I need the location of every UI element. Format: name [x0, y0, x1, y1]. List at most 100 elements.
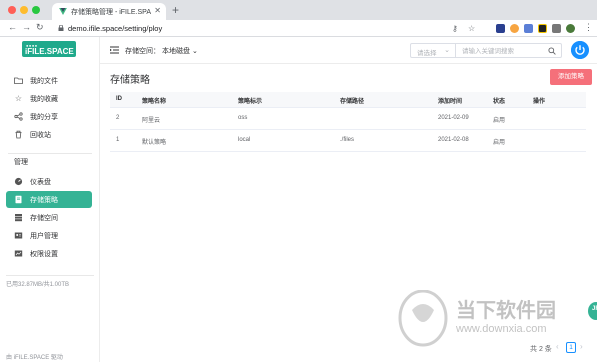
section-label-admin: 管理 [14, 159, 28, 166]
bookmark-star-icon[interactable]: ☆ [468, 24, 475, 33]
user-icon [14, 232, 23, 239]
reload-icon[interactable]: ↻ [36, 22, 44, 33]
table-row[interactable]: 2 阿里云 oss 2021-02-09 启用 [110, 108, 586, 130]
cell-id: 1 [116, 137, 120, 143]
powered-by-text: 由 iFILE.SPACE 驱动 [6, 355, 63, 361]
sidebar-item-label: 仪表盘 [30, 179, 51, 186]
sidebar-item-label: 我的文件 [30, 78, 58, 85]
cell-time: 2021-02-09 [438, 115, 469, 121]
cell-status: 启用 [493, 118, 506, 124]
sidebar-item-users[interactable]: 用户管理 [6, 227, 92, 244]
sidebar-item-shares[interactable]: 我的分享 [6, 108, 92, 125]
sidebar-item-favorites[interactable]: ☆ 我的收藏 [6, 90, 92, 107]
browser-toolbar: ← → ↻ demo.ifile.space/setting/ploy ⚷ ☆ … [0, 20, 597, 37]
sidebar-item-storage-space[interactable]: 存储空间 [6, 209, 92, 226]
dashboard-icon [14, 177, 23, 186]
sidebar-item-label: 回收站 [30, 132, 51, 139]
search-filter-select[interactable]: 请选择 ⌄ [410, 43, 456, 58]
browser-menu-icon[interactable]: ⋮ [584, 22, 593, 33]
column-header[interactable]: 存储路径 [340, 96, 364, 105]
filter-placeholder: 请选择 [417, 50, 437, 57]
sidebar-item-label: 我的收藏 [30, 96, 58, 103]
cell-time: 2021-02-08 [438, 137, 469, 143]
profile-avatar[interactable] [566, 24, 575, 33]
storage-space-icon [15, 214, 22, 222]
extension-icon[interactable] [510, 24, 519, 33]
address-bar[interactable]: demo.ifile.space/setting/ploy ⚷ ☆ [52, 22, 492, 35]
divider [8, 153, 92, 154]
sidebar-item-permissions[interactable]: 权限设置 [6, 245, 92, 262]
tab-close-icon[interactable]: ✕ [154, 6, 161, 15]
logo[interactable]: ●●●● iFILE.SPACE [22, 41, 76, 57]
extensions-puzzle-icon[interactable] [552, 24, 561, 33]
divider [6, 275, 94, 276]
sidebar-item-label: 存储策略 [30, 197, 58, 204]
storage-space-value: 本地磁盘 [162, 48, 190, 55]
storage-space-select[interactable]: 本地磁盘 ⌄ [162, 46, 198, 56]
browser-tab-bar: 存储策略管理 - iFILE.SPACE 个人 ✕ + [0, 0, 597, 20]
maximize-window-button[interactable] [32, 6, 40, 14]
storage-usage-text: 已用32.87MB/共1.00TB [6, 282, 70, 288]
table-row[interactable]: 1 默认策略 local ./files 2021-02-08 启用 [110, 130, 586, 152]
storage-policy-icon [15, 195, 22, 204]
storage-space-label: 存储空间： [125, 48, 160, 55]
column-header[interactable]: ID [116, 96, 122, 102]
back-icon[interactable]: ← [8, 22, 17, 32]
cell-id: 2 [116, 115, 120, 121]
sidebar-item-dashboard[interactable]: 仪表盘 [6, 173, 92, 190]
new-tab-button[interactable]: + [172, 3, 179, 17]
share-icon [14, 112, 23, 121]
extension-icon[interactable] [524, 24, 533, 33]
float-icon: JR [592, 306, 597, 312]
column-header[interactable]: 操作 [533, 96, 545, 105]
cell-name: 阿里云 [142, 118, 161, 124]
vue-favicon-icon [59, 8, 67, 15]
search-icon[interactable] [548, 47, 556, 55]
sidebar-item-label: 我的分享 [30, 114, 58, 121]
logo-text: iFILE.SPACE [25, 47, 74, 56]
page-title: 存储策略 [110, 75, 150, 86]
minimize-window-button[interactable] [20, 6, 28, 14]
folder-icon [14, 77, 23, 84]
browser-tab[interactable]: 存储策略管理 - iFILE.SPACE 个人 ✕ [52, 3, 166, 20]
sidebar: ●●●● iFILE.SPACE 我的文件 ☆ 我的收藏 我的分享 回收站 管理… [0, 37, 100, 362]
column-header[interactable]: 添加时间 [438, 96, 462, 105]
column-header[interactable]: 策略名称 [142, 96, 166, 105]
url-text: demo.ifile.space/setting/ploy [68, 24, 163, 33]
lock-icon [58, 25, 64, 31]
cell-name: 默认策略 [142, 140, 167, 146]
sidebar-item-label: 权限设置 [30, 251, 58, 258]
key-icon[interactable]: ⚷ [452, 24, 458, 33]
column-header[interactable]: 状态 [493, 96, 505, 105]
forward-icon[interactable]: → [22, 22, 31, 32]
extension-icon[interactable] [538, 24, 547, 33]
watermark-url: www.downxia.com [456, 323, 547, 335]
sidebar-item-storage-policy[interactable]: 存储策略 [6, 191, 92, 208]
cell-status: 启用 [493, 140, 506, 146]
table-header: ID 策略名称 策略标示 存储路径 添加时间 状态 操作 [110, 92, 586, 108]
add-policy-button[interactable]: 添加策略 [550, 69, 592, 85]
cell-tag: local [238, 137, 251, 143]
sidebar-item-label: 存储空间 [30, 215, 58, 222]
extension-icon[interactable] [496, 24, 505, 33]
sidebar-item-label: 用户管理 [30, 233, 58, 240]
permission-icon [14, 250, 23, 257]
sidebar-item-my-files[interactable]: 我的文件 [6, 72, 92, 89]
floating-action-button[interactable]: JR [588, 302, 597, 320]
logout-power-icon[interactable] [571, 41, 589, 59]
cell-tag: oss [238, 115, 248, 121]
star-icon: ☆ [14, 94, 23, 103]
chevron-down-icon: ⌄ [191, 48, 198, 55]
menu-toggle-icon[interactable] [110, 46, 119, 54]
close-window-button[interactable] [8, 6, 16, 14]
search-box [456, 43, 562, 58]
cell-path: ./files [340, 137, 355, 143]
app-header: 存储空间： 本地磁盘 ⌄ 请选择 ⌄ [100, 37, 597, 64]
column-header[interactable]: 策略标示 [238, 96, 262, 105]
sidebar-item-trash[interactable]: 回收站 [6, 126, 92, 143]
search-input[interactable] [462, 46, 542, 56]
watermark-logo-icon [398, 290, 448, 347]
watermark: 当下软件园 www.downxia.com [398, 290, 588, 350]
watermark-brand: 当下软件园 [456, 300, 556, 322]
chevron-down-icon: ⌄ [444, 47, 450, 54]
